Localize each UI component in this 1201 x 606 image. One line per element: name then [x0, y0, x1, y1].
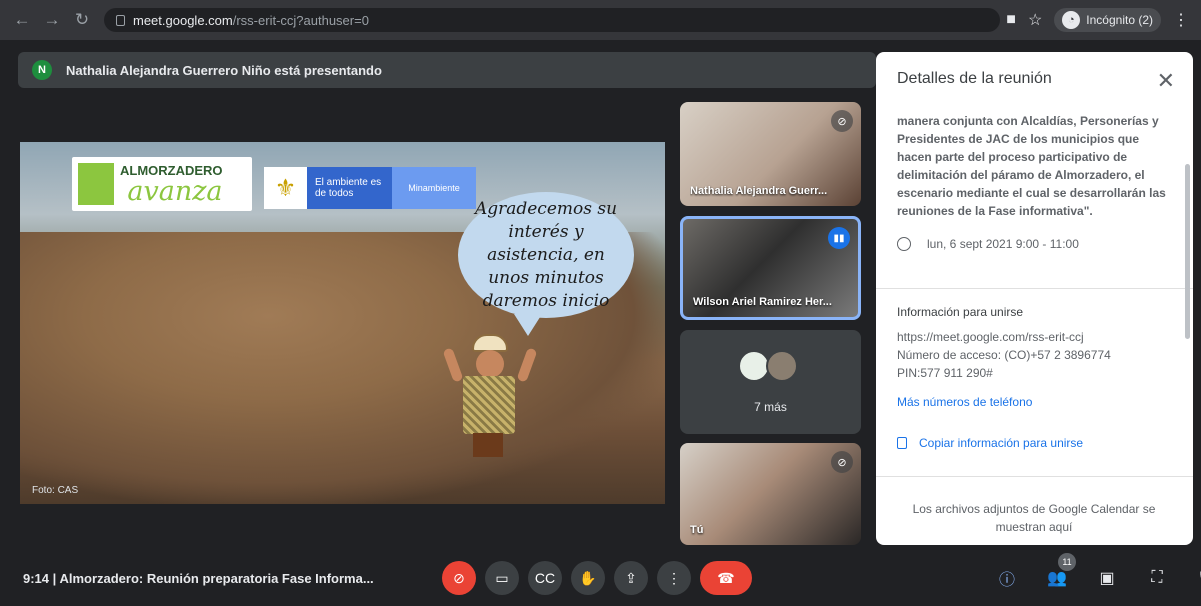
reload-icon[interactable]: ↻ — [70, 8, 94, 32]
mic-toggle-button[interactable]: ⊘ — [442, 561, 476, 595]
participant-name: Nathalia Alejandra Guerr... — [690, 185, 828, 197]
join-info: https://meet.google.com/rss-erit-ccj Núm… — [897, 328, 1111, 382]
speech-bubble: Agradecemos su interés y asistencia, en … — [458, 192, 634, 336]
camera-icon[interactable]: ■ — [1006, 11, 1016, 29]
presenting-text: Nathalia Alejandra Guerrero Niño está pr… — [66, 62, 382, 78]
copy-label: Copiar información para unirse — [919, 436, 1084, 450]
address-bar[interactable]: meet.google.com /rss-erit-ccj?authuser=0 — [104, 8, 1000, 32]
host-controls-icon[interactable]: 🛡 — [1190, 561, 1201, 595]
close-icon[interactable]: ✕ — [1157, 68, 1175, 94]
back-icon[interactable]: ← — [10, 8, 34, 32]
captions-button[interactable]: CC — [528, 561, 562, 595]
left-arm — [442, 347, 464, 383]
participant-tile-wilson[interactable]: ▮▮ Wilson Ariel Ramirez Her... — [680, 216, 861, 320]
star-icon[interactable]: ☆ — [1028, 10, 1042, 30]
shared-slide: ALMORZADERO avanza ⚜ El ambiente es de t… — [20, 142, 665, 504]
speaking-indicator-icon: ▮▮ — [828, 227, 850, 249]
participants-count: 11 — [1058, 553, 1076, 571]
government-slogan: El ambiente es de todos — [307, 167, 392, 209]
camera-toggle-button[interactable]: ▭ — [485, 561, 519, 595]
meeting-meta: 9:14 | Almorzadero: Reunión preparatoria… — [23, 571, 374, 586]
meeting-toolbar: 9:14 | Almorzadero: Reunión preparatoria… — [0, 551, 1201, 606]
panel-content: manera conjunta con Alcaldías, Personerí… — [876, 108, 1193, 545]
copy-join-info-button[interactable]: Copiar información para unirse — [897, 436, 1083, 450]
landscape-logo-icon — [78, 163, 114, 205]
more-participants-tile[interactable]: 7 más — [680, 330, 861, 434]
meeting-side-tools: ⓘ 👥 11 ▣ ⛶ 🛡 — [990, 553, 1201, 595]
present-button[interactable]: ⇪ — [614, 561, 648, 595]
join-info-title: Información para unirse — [897, 305, 1024, 319]
panel-title: Detalles de la reunión — [897, 70, 1052, 87]
incognito-button[interactable]: ◔ Incógnito (2) — [1054, 8, 1161, 32]
self-name: Tú — [690, 524, 704, 536]
legs — [473, 433, 503, 457]
raise-hand-button[interactable]: ✋ — [571, 561, 605, 595]
participant-name: Wilson Ariel Ramirez Her... — [693, 296, 832, 308]
pin: PIN:577 911 290# — [897, 366, 993, 380]
leave-call-button[interactable]: ☎ — [700, 561, 752, 595]
avatar — [766, 350, 798, 382]
forward-icon[interactable]: → — [40, 8, 64, 32]
meeting-details-panel: Detalles de la reunión ✕ manera conjunta… — [876, 52, 1193, 545]
call-controls: ⊘ ▭ CC ✋ ⇪ ⋮ ☎ — [442, 561, 752, 595]
meeting-time: 9:14 — [23, 571, 50, 586]
url-host: meet.google.com — [133, 12, 233, 28]
info-icon[interactable]: ⓘ — [990, 561, 1024, 595]
coat-of-arms-icon: ⚜ — [274, 174, 297, 202]
self-video-tile[interactable]: ⊘ Tú — [680, 443, 861, 545]
cartoon-person-illustration — [440, 330, 538, 480]
chat-icon[interactable]: ▣ — [1090, 561, 1124, 595]
attachments-text: Los archivos adjuntos de Google Calendar… — [912, 502, 1156, 534]
url-path: /rss-erit-ccj?authuser=0 — [232, 12, 369, 28]
ministry-label: Minambiente — [392, 167, 476, 209]
more-count: 7 más — [754, 400, 787, 414]
logo-text: ALMORZADERO avanza — [120, 163, 223, 206]
photo-credit: Foto: CAS — [32, 485, 79, 496]
face — [476, 350, 504, 378]
presenter-avatar: N — [32, 60, 52, 80]
people-icon[interactable]: 👥 11 — [1040, 553, 1076, 595]
mic-off-icon: ⊘ — [831, 110, 853, 132]
logo-bottom-text: avanza — [127, 175, 223, 207]
lock-icon — [116, 14, 125, 26]
access-number: Número de acceso: (CO)+57 2 3896774 — [897, 348, 1111, 362]
meeting-name: Almorzadero: Reunión preparatoria Fase I… — [59, 571, 374, 586]
more-options-button[interactable]: ⋮ — [657, 561, 691, 595]
government-logo: ⚜ El ambiente es de todos Minambiente — [264, 167, 476, 209]
incognito-icon: ◔ — [1062, 11, 1081, 29]
meeting-date: lun, 6 sept 2021 9:00 - 11:00 — [927, 237, 1079, 251]
copy-icon — [897, 437, 907, 449]
incognito-label: Incógnito (2) — [1086, 13, 1153, 27]
browser-bar: ← → ↻ meet.google.com /rss-erit-ccj?auth… — [0, 0, 1201, 40]
clock-icon — [897, 237, 911, 251]
almorzadero-logo: ALMORZADERO avanza — [72, 157, 252, 211]
participant-tile-nathalia[interactable]: ⊘ Nathalia Alejandra Guerr... — [680, 102, 861, 206]
presenting-banner: N Nathalia Alejandra Guerrero Niño está … — [18, 52, 876, 88]
activities-icon[interactable]: ⛶ — [1140, 561, 1174, 595]
join-url[interactable]: https://meet.google.com/rss-erit-ccj — [897, 328, 1111, 346]
meeting-date-row: lun, 6 sept 2021 9:00 - 11:00 — [897, 237, 1079, 251]
browser-actions: ■ ☆ ◔ Incógnito (2) ⋮ — [1006, 8, 1189, 32]
right-arm — [516, 347, 538, 383]
meeting-description: manera conjunta con Alcaldías, Personerí… — [897, 114, 1166, 218]
participant-avatars — [738, 350, 798, 382]
more-icon[interactable]: ⋮ — [1173, 10, 1189, 30]
panel-scrollbar[interactable] — [1185, 164, 1190, 339]
divider — [876, 288, 1193, 289]
more-phone-link[interactable]: Más números de teléfono — [897, 395, 1032, 409]
divider — [876, 476, 1193, 477]
mic-off-icon: ⊘ — [831, 451, 853, 473]
poncho — [463, 376, 515, 434]
